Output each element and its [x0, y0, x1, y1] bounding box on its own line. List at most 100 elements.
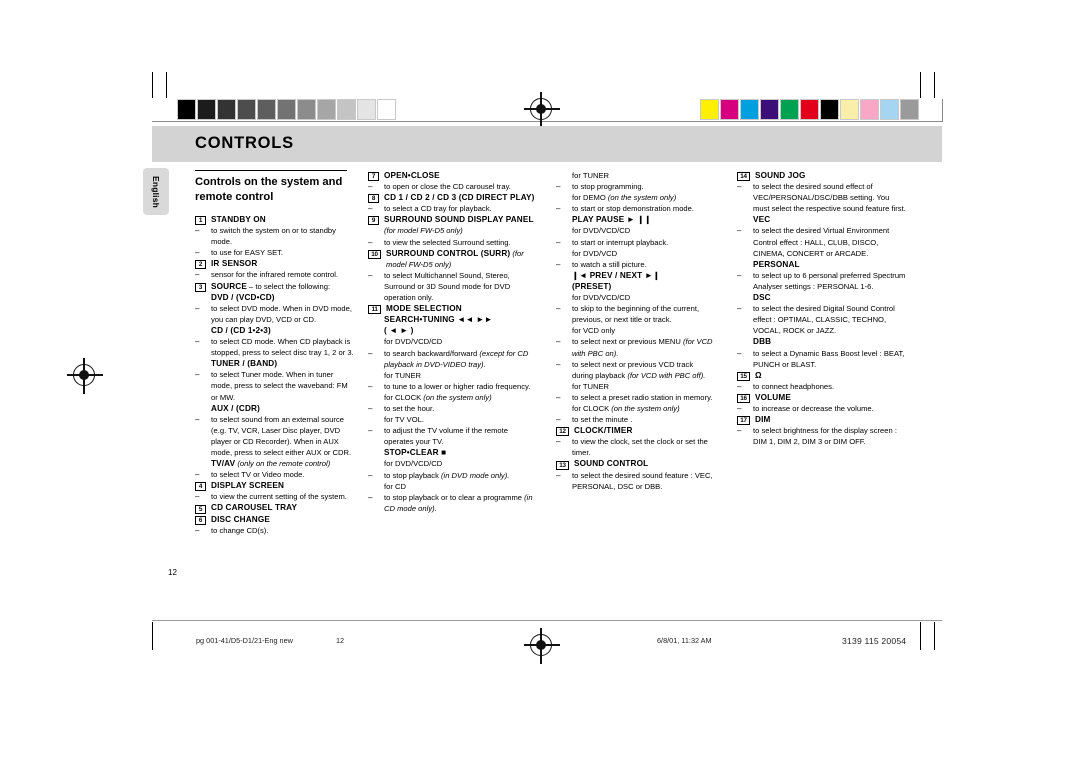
color-swatch: [760, 99, 779, 120]
control-detail-line: – to open or close the CD carousel tray.: [368, 181, 536, 192]
control-detail-line: – to select the desired sound effect of V…: [737, 181, 907, 214]
control-entry-text: TUNER / (BAND): [211, 358, 355, 369]
control-detail-line: – to select next or previous MENU (for VC…: [556, 336, 714, 358]
control-entry-text: for TUNER: [384, 370, 536, 381]
context-label: for TUNER: [572, 171, 609, 180]
footer-rule: [152, 620, 942, 621]
control-context-line: for CD: [368, 481, 536, 492]
control-label: SOUND CONTROL: [574, 459, 649, 469]
control-entry-header: 17 DIM: [737, 414, 907, 426]
control-entry-text: to watch a still picture.: [572, 259, 714, 270]
color-swatch: [820, 99, 839, 120]
control-detail-line: – to watch a still picture.: [556, 259, 714, 270]
control-entry-header: 9 SURROUND SOUND DISPLAY PANEL (for model…: [368, 214, 536, 236]
control-detail-line: – to connect headphones.: [737, 381, 907, 392]
control-label: DSC: [753, 293, 771, 303]
line-text: to select a CD tray for playback.: [384, 204, 492, 214]
control-label: DBB: [753, 337, 772, 347]
registration-mark-bottom: [524, 628, 560, 664]
list-dash-marker: –: [195, 492, 200, 502]
control-number-badge: 10: [368, 249, 381, 259]
crop-mark-top-right-v2: [934, 72, 935, 98]
control-entry-text: to tune to a lower or higher radio frequ…: [384, 381, 536, 392]
control-detail-line: – to select Multichannel Sound, Stereo, S…: [368, 270, 536, 303]
control-context-line: for TUNER: [556, 381, 714, 392]
control-detail-line: – to view the clock, set the clock or set…: [556, 436, 714, 458]
control-context-line: for DEMO (on the system only): [556, 192, 714, 203]
control-entry-header: PLAY PAUSE ► ❙❙: [556, 214, 714, 225]
control-detail-line: – to select the desired sound feature : V…: [556, 470, 714, 492]
control-detail-line: – to select a CD tray for playback.: [368, 203, 536, 214]
context-label: for DEMO: [572, 193, 608, 203]
control-entry-text: PERSONAL: [753, 259, 907, 270]
control-entry-text: to select DVD mode. When in DVD mode, yo…: [211, 303, 355, 325]
grayscale-swatch: [277, 99, 296, 120]
control-context-line: for CLOCK (on the system only): [556, 403, 714, 414]
control-entry-header: 4 DISPLAY SCREEN: [195, 480, 355, 492]
control-number-badge: 13: [556, 460, 569, 470]
control-label: IR SENSOR: [211, 259, 258, 269]
control-number-badge: 5: [195, 504, 206, 514]
control-entry-header: 7 OPEN•CLOSE: [368, 170, 536, 182]
line-text: to select CD mode. When CD playback is s…: [211, 337, 354, 358]
control-entry-text: to start or stop demonstration mode.: [572, 203, 714, 214]
line-text: to start or stop demonstration mode.: [572, 204, 694, 214]
grayscale-swatch: [337, 99, 356, 120]
control-entry-text: for TV VOL.: [384, 414, 536, 425]
control-number-badge: 15: [737, 371, 750, 381]
color-swatch: [740, 99, 759, 120]
control-label: STANDBY ON: [211, 215, 266, 224]
list-dash-marker: –: [737, 304, 742, 314]
control-entry-text: to view the selected Surround setting.: [384, 237, 536, 248]
control-entry-text: for DVD/VCD/CD: [384, 336, 536, 347]
control-entry-text: to change CD(s).: [211, 525, 355, 536]
list-dash-marker: –: [556, 304, 561, 314]
context-label: for DVD/VCD/CD: [384, 337, 443, 347]
crop-mark-top-right-v: [920, 72, 921, 98]
control-sublabel: DBB: [737, 336, 907, 347]
control-context-line: for VCD only: [556, 325, 714, 336]
color-swatch: [900, 99, 919, 120]
list-dash-marker: –: [737, 426, 742, 436]
line-text: to select up to 6 personal preferred Spe…: [753, 270, 906, 291]
control-label: DIM: [755, 415, 771, 425]
line-text: to select Multichannel Sound, Stereo, Su…: [384, 270, 511, 303]
control-label: DISPLAY SCREEN: [211, 481, 285, 491]
control-entry-text: DBB: [753, 336, 907, 347]
control-entry-header: ❙◄ PREV / NEXT ►❙ (PRESET): [556, 270, 714, 292]
control-detail-line: – to change CD(s).: [195, 525, 355, 536]
context-label-note: (on the system only): [423, 392, 492, 402]
control-entry-text: STANDBY ON: [211, 214, 355, 225]
list-dash-marker: –: [195, 470, 200, 480]
line-text: to skip to the beginning of the current,…: [572, 304, 700, 325]
list-dash-marker: –: [368, 204, 373, 214]
list-dash-marker: –: [737, 182, 742, 192]
control-detail-line: – to set the hour.: [368, 403, 536, 414]
line-text: to switch the system on or to standby mo…: [211, 226, 336, 247]
header-underline: [152, 162, 942, 164]
line-text: to select sound from an external source …: [211, 414, 352, 457]
control-entry-header: 1 STANDBY ON: [195, 214, 355, 226]
line-text: to select brightness for the display scr…: [753, 426, 897, 447]
control-label: TUNER / (BAND): [211, 359, 278, 369]
control-label-note: (only on the remote control): [235, 459, 331, 469]
line-text: to select the desired Digital Sound Cont…: [753, 304, 895, 336]
list-dash-marker: –: [556, 237, 561, 247]
context-label: for CD: [384, 481, 406, 491]
control-entry-text: for DVD/VCD/CD: [384, 458, 536, 469]
control-entry-text: OPEN•CLOSE: [384, 170, 536, 181]
line-text: sensor for the infrared remote control.: [211, 270, 339, 280]
grayscale-calibration-bar: [177, 99, 397, 120]
context-label: for DVD/VCD/CD: [384, 459, 443, 469]
control-label: Ω: [755, 370, 762, 380]
control-entry-text: to open or close the CD carousel tray.: [384, 181, 536, 192]
control-entry-header: 12 CLOCK/TIMER: [556, 425, 714, 437]
control-entry-text: MODE SELECTION: [386, 303, 536, 314]
list-dash-marker: –: [556, 204, 561, 214]
control-entry-text: to select next or previous VCD track dur…: [572, 359, 714, 381]
control-entry-text: TV/AV (only on the remote control): [211, 458, 355, 469]
grayscale-swatch: [177, 99, 196, 120]
control-entry-text: to stop programming.: [572, 181, 714, 192]
context-label-note: (on the system only): [611, 403, 680, 413]
list-dash-marker: –: [195, 337, 200, 347]
